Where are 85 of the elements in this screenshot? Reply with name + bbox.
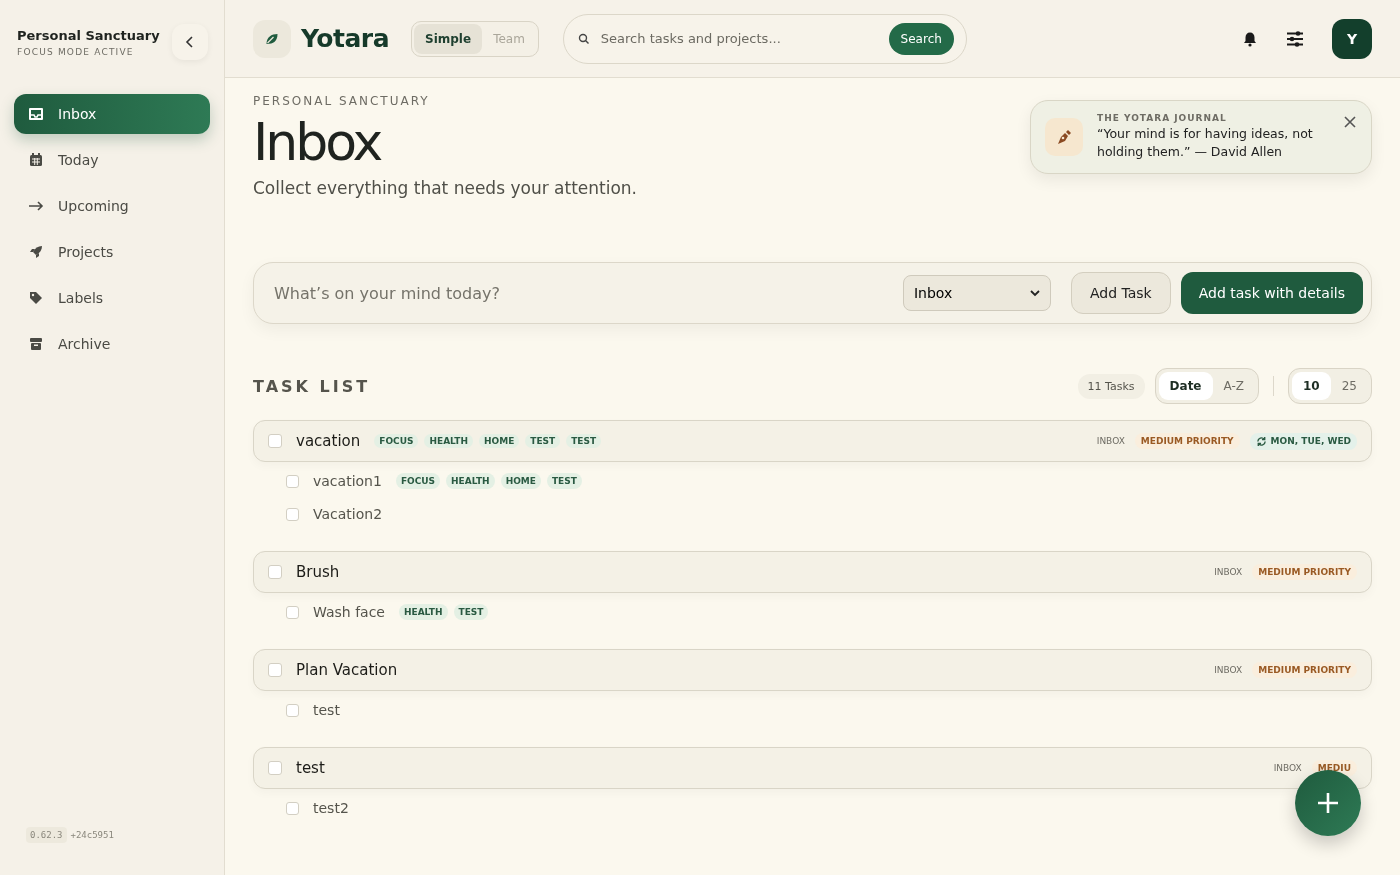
task-checkbox[interactable]: [268, 663, 282, 677]
segment-option[interactable]: A-Z: [1212, 372, 1255, 400]
segment-option[interactable]: Date: [1158, 372, 1213, 400]
task-input[interactable]: What’s on your mind today?: [272, 282, 893, 304]
project-dropdown[interactable]: Inbox: [902, 275, 1051, 311]
subtask-title: Vacation2: [313, 506, 383, 522]
add-button[interactable]: [1295, 770, 1361, 836]
subtask-title: vacation1: [313, 473, 382, 489]
subtask-title: test: [313, 702, 340, 718]
tag-label: HEALTH: [424, 434, 473, 448]
workspace-title: Personal Sanctuary: [17, 27, 160, 43]
caret-icon: [1029, 289, 1040, 297]
add-task-button[interactable]: Add Task: [1070, 272, 1171, 314]
plus-icon: [1317, 792, 1339, 814]
nav-item[interactable]: Today: [14, 140, 210, 180]
tag-label: TEST: [546, 473, 582, 489]
task-title: vacation: [296, 432, 361, 450]
repeat-icon: [1255, 435, 1267, 447]
page-subtitle: Collect everything that needs your attention.: [253, 178, 637, 198]
segment-option[interactable]: 10: [1292, 372, 1331, 400]
task-checkbox[interactable]: [268, 565, 282, 579]
nav-item[interactable]: Inbox: [14, 94, 210, 134]
tag-label: TEST: [566, 434, 602, 448]
tag-label: HOME: [479, 434, 520, 448]
search-field[interactable]: Search tasks and projects... Search: [562, 13, 967, 64]
page-title: Inbox: [253, 112, 382, 172]
nav-item[interactable]: Upcoming: [14, 186, 210, 226]
project-label: INBOX: [1214, 665, 1243, 675]
rocket-icon: [28, 244, 44, 260]
build-label: +24c5951: [70, 830, 114, 840]
segment-option[interactable]: 25: [1330, 372, 1368, 400]
brand-name: Yotara: [301, 24, 389, 53]
notifications-button[interactable]: [1242, 30, 1258, 47]
task-checkbox[interactable]: [268, 761, 282, 775]
repeat-badge: MON, TUE, WED: [1249, 432, 1357, 450]
page-eyebrow: PERSONAL SANCTUARY: [253, 94, 431, 108]
pen-nib-drawing: [1055, 128, 1073, 146]
archive-icon: [28, 336, 44, 352]
tag-label: HEALTH: [446, 473, 495, 489]
search-button[interactable]: Search: [888, 22, 954, 55]
close-icon: [1343, 115, 1357, 129]
task-checkbox[interactable]: [268, 434, 282, 448]
collapse-button[interactable]: [172, 24, 208, 60]
workspace-subtitle: FOCUS MODE ACTIVE: [17, 46, 135, 57]
tag-label: TEST: [525, 434, 561, 448]
section-title: TASK LIST: [253, 376, 371, 396]
journal-label: THE YOTARA JOURNAL: [1097, 113, 1228, 123]
tag-label: HOME: [500, 473, 541, 489]
nav-item[interactable]: Projects: [14, 232, 210, 272]
subtask-title: test2: [313, 800, 349, 816]
task-title: Plan Vacation: [296, 661, 398, 679]
priority-badge: MEDIUM PRIORITY: [1252, 564, 1357, 580]
journal-quote: “Your mind is for having ideas, not holding them.” — David Allen: [1097, 125, 1314, 161]
mode-tab[interactable]: Simple: [414, 23, 483, 54]
version-label: 0.62.3: [26, 827, 67, 843]
priority-badge: MEDIUM PRIORITY: [1134, 433, 1240, 449]
task-checkbox[interactable]: [286, 507, 299, 521]
task-checkbox[interactable]: [286, 605, 299, 619]
task-checkbox[interactable]: [286, 703, 299, 717]
project-label: INBOX: [1214, 567, 1243, 577]
task-checkbox[interactable]: [286, 801, 299, 815]
subtask-title: Wash face: [313, 604, 385, 620]
tag-icon: [28, 290, 44, 306]
project-label: INBOX: [1096, 436, 1125, 446]
settings-button[interactable]: [1286, 29, 1304, 48]
task-checkbox[interactable]: [286, 474, 299, 488]
search-icon: [577, 33, 589, 44]
priority-badge: MEDIUM PRIORITY: [1252, 662, 1357, 678]
avatar-button[interactable]: Y: [1332, 18, 1372, 59]
task-title: test: [296, 759, 325, 777]
project-label: INBOX: [1273, 763, 1302, 773]
sliders-icon: [1286, 29, 1304, 48]
bell-icon: [1242, 30, 1258, 47]
nav-item[interactable]: Archive: [14, 324, 210, 364]
tag-label: HEALTH: [398, 604, 448, 620]
calendar-icon: [28, 152, 44, 168]
task-title: Brush: [296, 563, 340, 581]
tag-label: FOCUS: [374, 434, 419, 448]
task-count: 11 Tasks: [1077, 373, 1145, 399]
tag-label: TEST: [453, 604, 489, 620]
tag-label: FOCUS: [395, 473, 441, 489]
nav-item[interactable]: Labels: [14, 278, 210, 318]
add-details-button[interactable]: Add task with details: [1180, 272, 1363, 314]
close-button[interactable]: [1343, 115, 1357, 129]
inbox-icon: [28, 106, 44, 122]
